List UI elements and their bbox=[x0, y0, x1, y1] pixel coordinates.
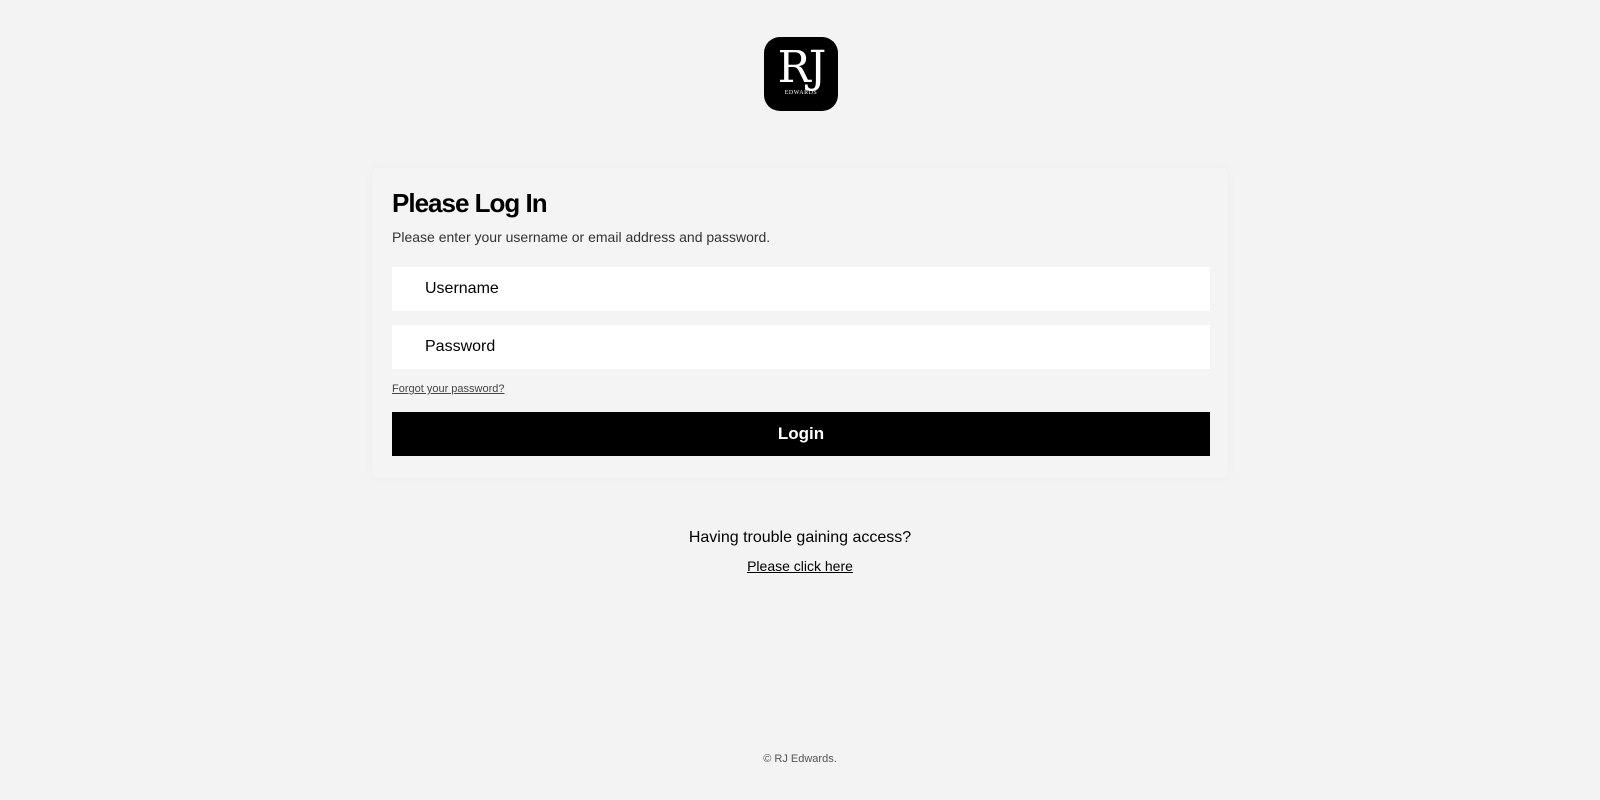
logo-subtext: EDWARDS bbox=[784, 89, 818, 96]
help-link-container: Please click here bbox=[0, 558, 1600, 574]
forgot-password-link[interactable]: Forgot your password? bbox=[392, 383, 505, 395]
login-button[interactable]: Login bbox=[392, 412, 1210, 456]
logo-mark: RJ bbox=[777, 41, 827, 93]
page-title: Please Log In bbox=[392, 188, 548, 218]
password-input[interactable] bbox=[392, 325, 1210, 369]
login-page: RJ EDWARDS Please Log In Please enter yo… bbox=[0, 0, 1600, 800]
footer-copyright: © RJ Edwards. bbox=[763, 753, 837, 765]
help-link[interactable]: Please click here bbox=[747, 558, 853, 574]
login-card: Please Log In Please enter your username… bbox=[372, 168, 1228, 478]
brand-logo: RJ EDWARDS bbox=[764, 37, 838, 111]
trouble-text: Having trouble gaining access? bbox=[688, 529, 912, 546]
username-input[interactable] bbox=[392, 267, 1210, 311]
login-instructions: Please enter your username or email addr… bbox=[392, 229, 771, 245]
